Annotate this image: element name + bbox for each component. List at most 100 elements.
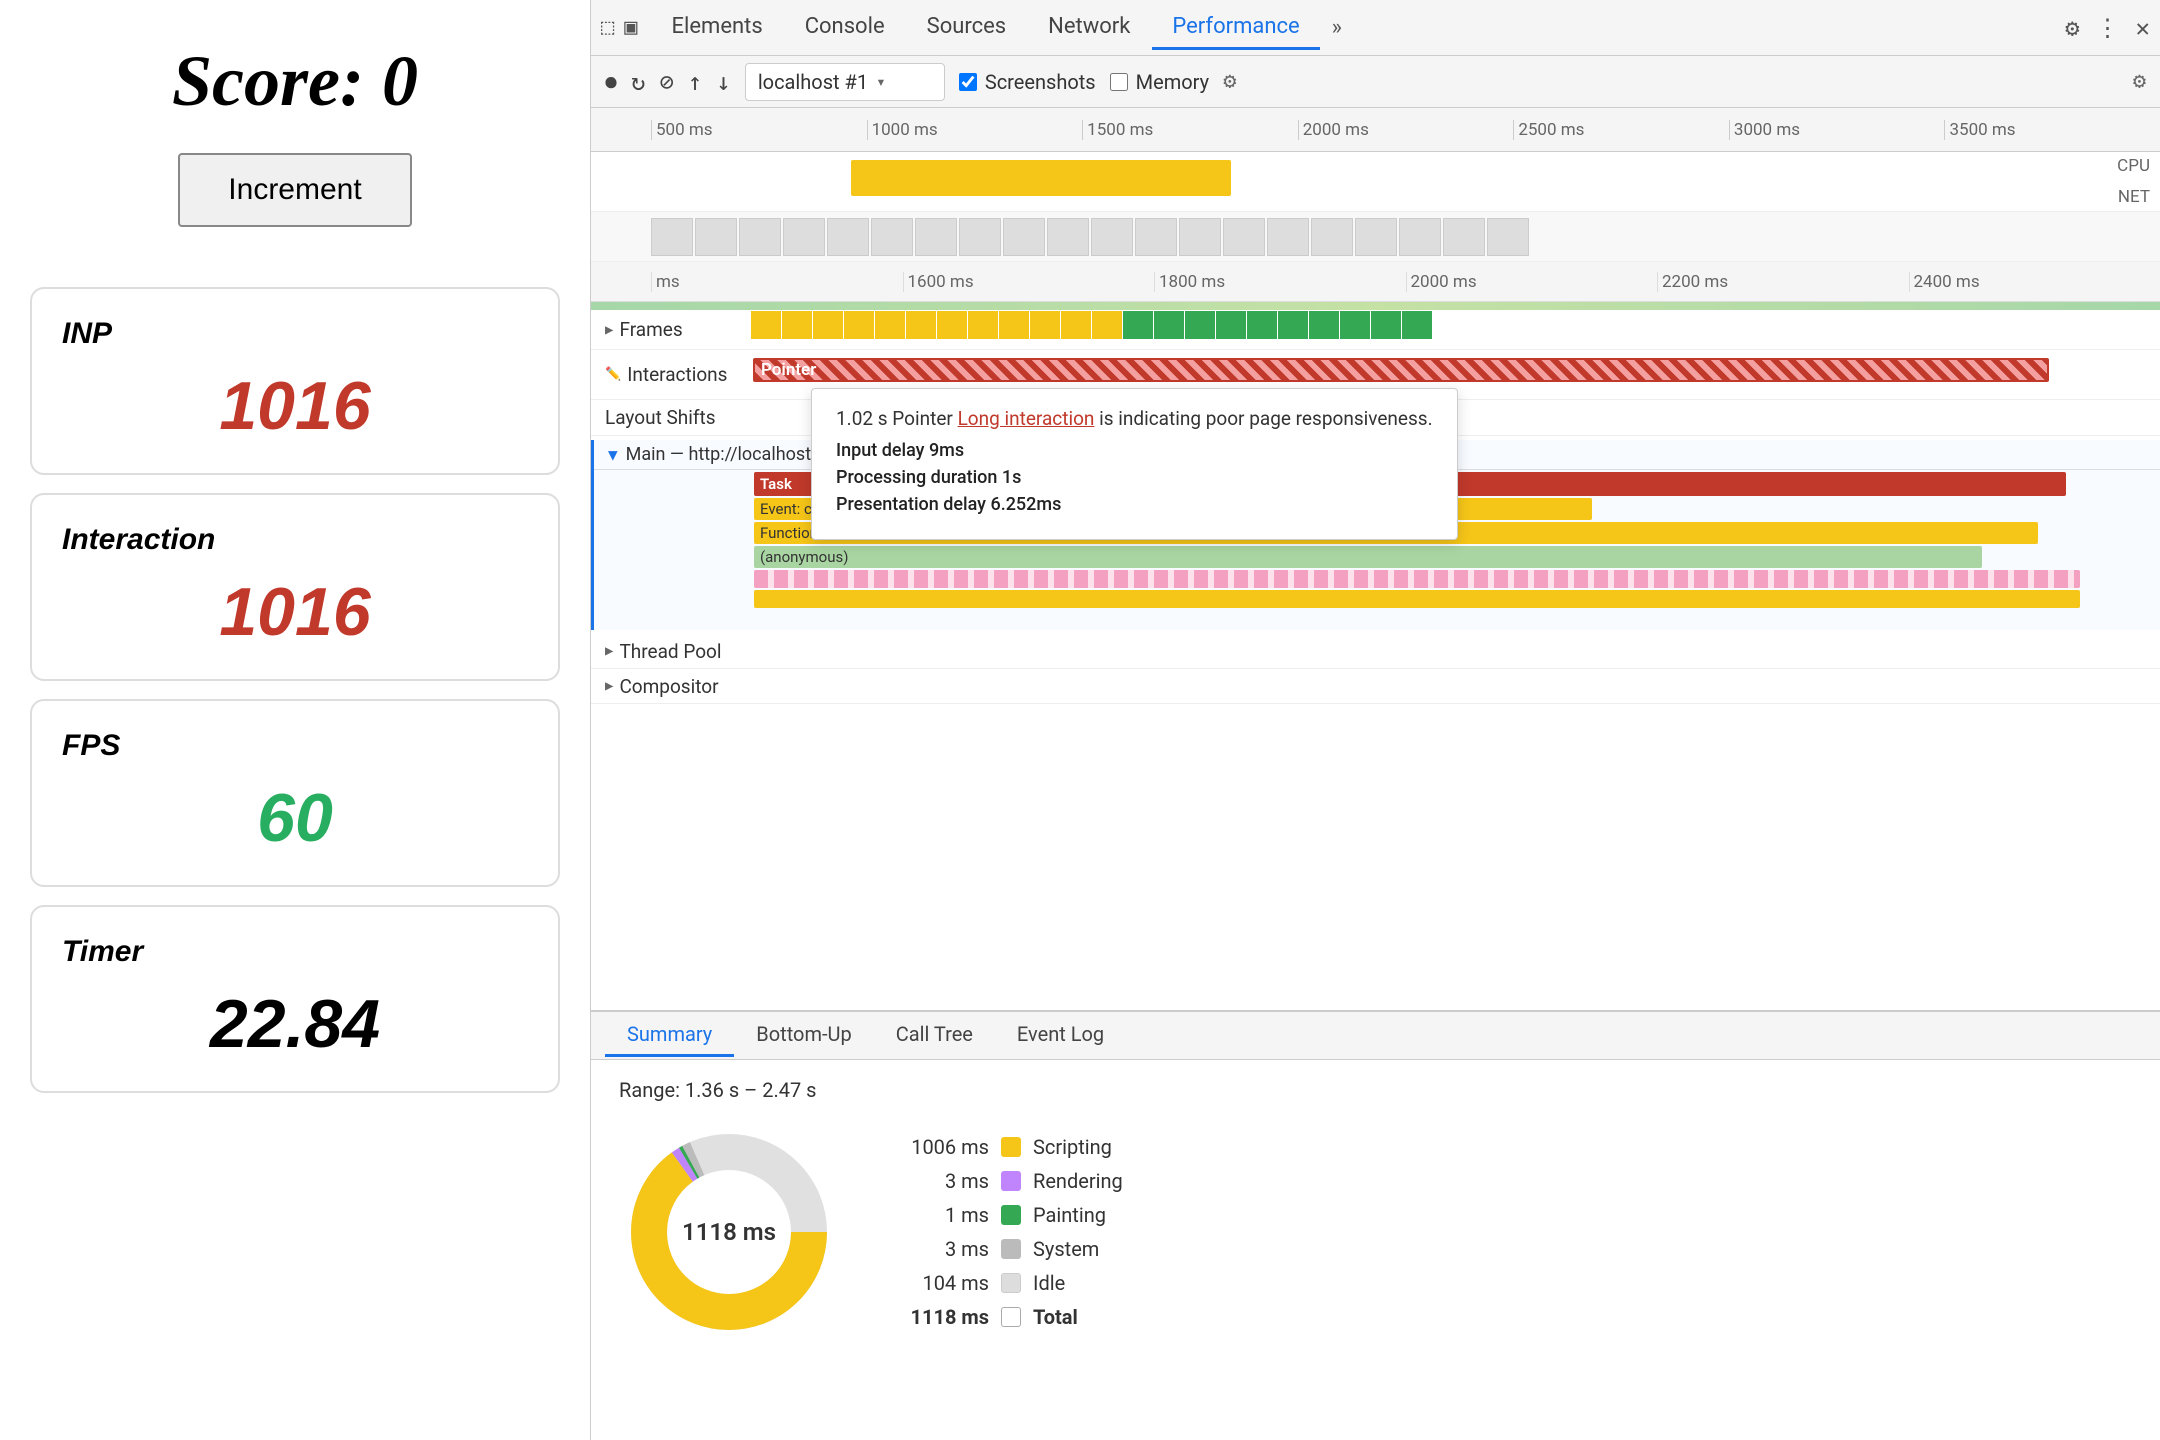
upload-icon[interactable]: ↑: [688, 68, 702, 96]
frame-block-green: [1402, 311, 1432, 339]
inp-value: 1016: [62, 367, 528, 445]
frames-expand-icon[interactable]: ▶: [605, 322, 613, 338]
bottom-panel: Summary Bottom-Up Call Tree Event Log Ra…: [591, 1010, 2160, 1440]
legend-row-painting: 1 ms Painting: [899, 1203, 1123, 1227]
inp-label: INP: [62, 317, 528, 351]
device-icon[interactable]: ▣: [624, 15, 637, 40]
compositor-label[interactable]: ▶ Compositor: [591, 675, 751, 698]
ruler-tick-3000: 3000 ms: [1729, 120, 1945, 140]
bottom-tab-event-log[interactable]: Event Log: [995, 1014, 1126, 1057]
tab-performance[interactable]: Performance: [1152, 6, 1319, 50]
bottom-tab-call-tree[interactable]: Call Tree: [874, 1014, 995, 1057]
tooltip-processing-value: 1s: [1002, 467, 1022, 488]
frame-block-green: [1216, 311, 1246, 339]
tab-sources[interactable]: Sources: [907, 6, 1027, 50]
tab-network[interactable]: Network: [1028, 6, 1150, 50]
record-icon[interactable]: ⏺: [605, 68, 617, 96]
frames-track: ▶ Frames: [591, 310, 2160, 350]
screenshot-thumb: [695, 218, 737, 256]
settings-gear-icon[interactable]: ⚙: [2133, 69, 2146, 94]
tab-elements[interactable]: Elements: [652, 6, 783, 50]
tooltip-timing: 1.02 s: [836, 407, 888, 430]
refresh-icon[interactable]: ↻: [631, 68, 645, 96]
ruler-tick-1000: 1000 ms: [867, 120, 1083, 140]
download-icon[interactable]: ↓: [716, 68, 730, 96]
overflow-icon[interactable]: ⋮: [2096, 14, 2120, 42]
detail-tick-2200: 2200 ms: [1657, 272, 1909, 292]
detail-tick-2400: 2400 ms: [1909, 272, 2160, 292]
settings-icon[interactable]: ⚙: [2065, 14, 2079, 42]
pointer-bar[interactable]: Pointer: [753, 358, 2049, 382]
url-text: localhost #1: [758, 70, 868, 94]
frame-block: [937, 311, 967, 339]
detail-ruler: ms 1600 ms 1800 ms 2000 ms 2200 ms 2400 …: [591, 262, 2160, 302]
thread-pool-track: ▶ Thread Pool: [591, 634, 2160, 669]
summary-area: 1118 ms 1006 ms Scripting 3 ms Rendering: [619, 1122, 2132, 1342]
url-dropdown-arrow: ▾: [876, 72, 886, 91]
memory-checkbox[interactable]: [1110, 73, 1128, 91]
tooltip-message: is indicating poor page responsiveness.: [1099, 407, 1432, 430]
frames-bar: [751, 310, 2160, 340]
idle-dot: [1001, 1273, 1021, 1293]
close-icon[interactable]: ✕: [2136, 14, 2150, 42]
thread-pool-expand-icon[interactable]: ▶: [605, 643, 613, 659]
frames-label[interactable]: ▶ Frames: [591, 318, 751, 341]
idle-name: Idle: [1033, 1271, 1065, 1295]
legend-row-idle: 104 ms Idle: [899, 1271, 1123, 1295]
interactions-label[interactable]: ✏️ Interactions: [591, 363, 751, 386]
screenshot-thumb: [1047, 218, 1089, 256]
screenshot-thumb: [783, 218, 825, 256]
legend-row-scripting: 1006 ms Scripting: [899, 1135, 1123, 1159]
rendering-dot: [1001, 1171, 1021, 1191]
frame-block: [813, 311, 843, 339]
interactions-expand-icon[interactable]: ✏️: [605, 367, 621, 382]
compositor-expand-icon[interactable]: ▶: [605, 678, 613, 694]
frames-content: [751, 310, 2160, 349]
frame-block: [782, 311, 812, 339]
frame-block: [1061, 311, 1091, 339]
screenshot-thumb: [1179, 218, 1221, 256]
frame-block-green: [1278, 311, 1308, 339]
painting-ms: 1 ms: [899, 1203, 989, 1227]
legend-row-total: 1118 ms Total: [899, 1305, 1123, 1329]
cpu-throttle-icon[interactable]: ⚙: [1223, 69, 1236, 94]
tooltip-link[interactable]: Long interaction: [958, 407, 1095, 430]
interactions-content[interactable]: Pointer 1.02 s Pointer Long interaction …: [751, 350, 2160, 399]
tab-more[interactable]: »: [1322, 11, 1352, 44]
bottom-tab-bottom-up[interactable]: Bottom-Up: [734, 1014, 873, 1057]
system-name: System: [1033, 1237, 1099, 1261]
left-panel: Score: 0 Increment INP 1016 Interaction …: [0, 0, 590, 1440]
ruler-tick-500: 500 ms: [651, 120, 867, 140]
screenshots-checkbox[interactable]: [959, 73, 977, 91]
idle-ms: 104 ms: [899, 1271, 989, 1295]
detail-tick-1800: 1800 ms: [1154, 272, 1406, 292]
fps-label: FPS: [62, 729, 528, 763]
frame-block-green: [1247, 311, 1277, 339]
frame-block: [968, 311, 998, 339]
tooltip-presentation: Presentation delay 6.252ms: [836, 494, 1433, 515]
thread-pool-label[interactable]: ▶ Thread Pool: [591, 640, 751, 663]
tooltip-title: 1.02 s Pointer Long interaction is indic…: [836, 407, 1433, 430]
interaction-value: 1016: [62, 573, 528, 651]
devtools-tab-bar: ⬚ ▣ Elements Console Sources Network Per…: [591, 0, 2160, 56]
screenshot-thumb: [871, 218, 913, 256]
inspect-icon[interactable]: ⬚: [601, 15, 614, 40]
anonymous-bar[interactable]: (anonymous): [754, 546, 1982, 568]
legend-table: 1006 ms Scripting 3 ms Rendering 1 ms: [899, 1135, 1123, 1329]
main-expand-icon[interactable]: ▼: [608, 445, 618, 464]
bottom-tab-summary[interactable]: Summary: [605, 1014, 734, 1057]
yellow-bottom-bar: [754, 590, 2080, 608]
pointer-label: Pointer: [761, 360, 816, 380]
devtools-toolbar: ⏺ ↻ ⊘ ↑ ↓ localhost #1 ▾ Screenshots Mem…: [591, 56, 2160, 108]
track-area[interactable]: ▶ Frames: [591, 310, 2160, 1010]
system-dot: [1001, 1239, 1021, 1259]
tab-console[interactable]: Console: [785, 6, 905, 50]
url-selector[interactable]: localhost #1 ▾: [745, 63, 945, 101]
increment-button[interactable]: Increment: [178, 153, 411, 227]
screenshot-thumb: [959, 218, 1001, 256]
layout-shifts-label[interactable]: Layout Shifts: [591, 406, 751, 429]
screenshot-thumb: [1003, 218, 1045, 256]
frame-block: [999, 311, 1029, 339]
screenshot-thumb: [1135, 218, 1177, 256]
clear-icon[interactable]: ⊘: [659, 68, 673, 96]
